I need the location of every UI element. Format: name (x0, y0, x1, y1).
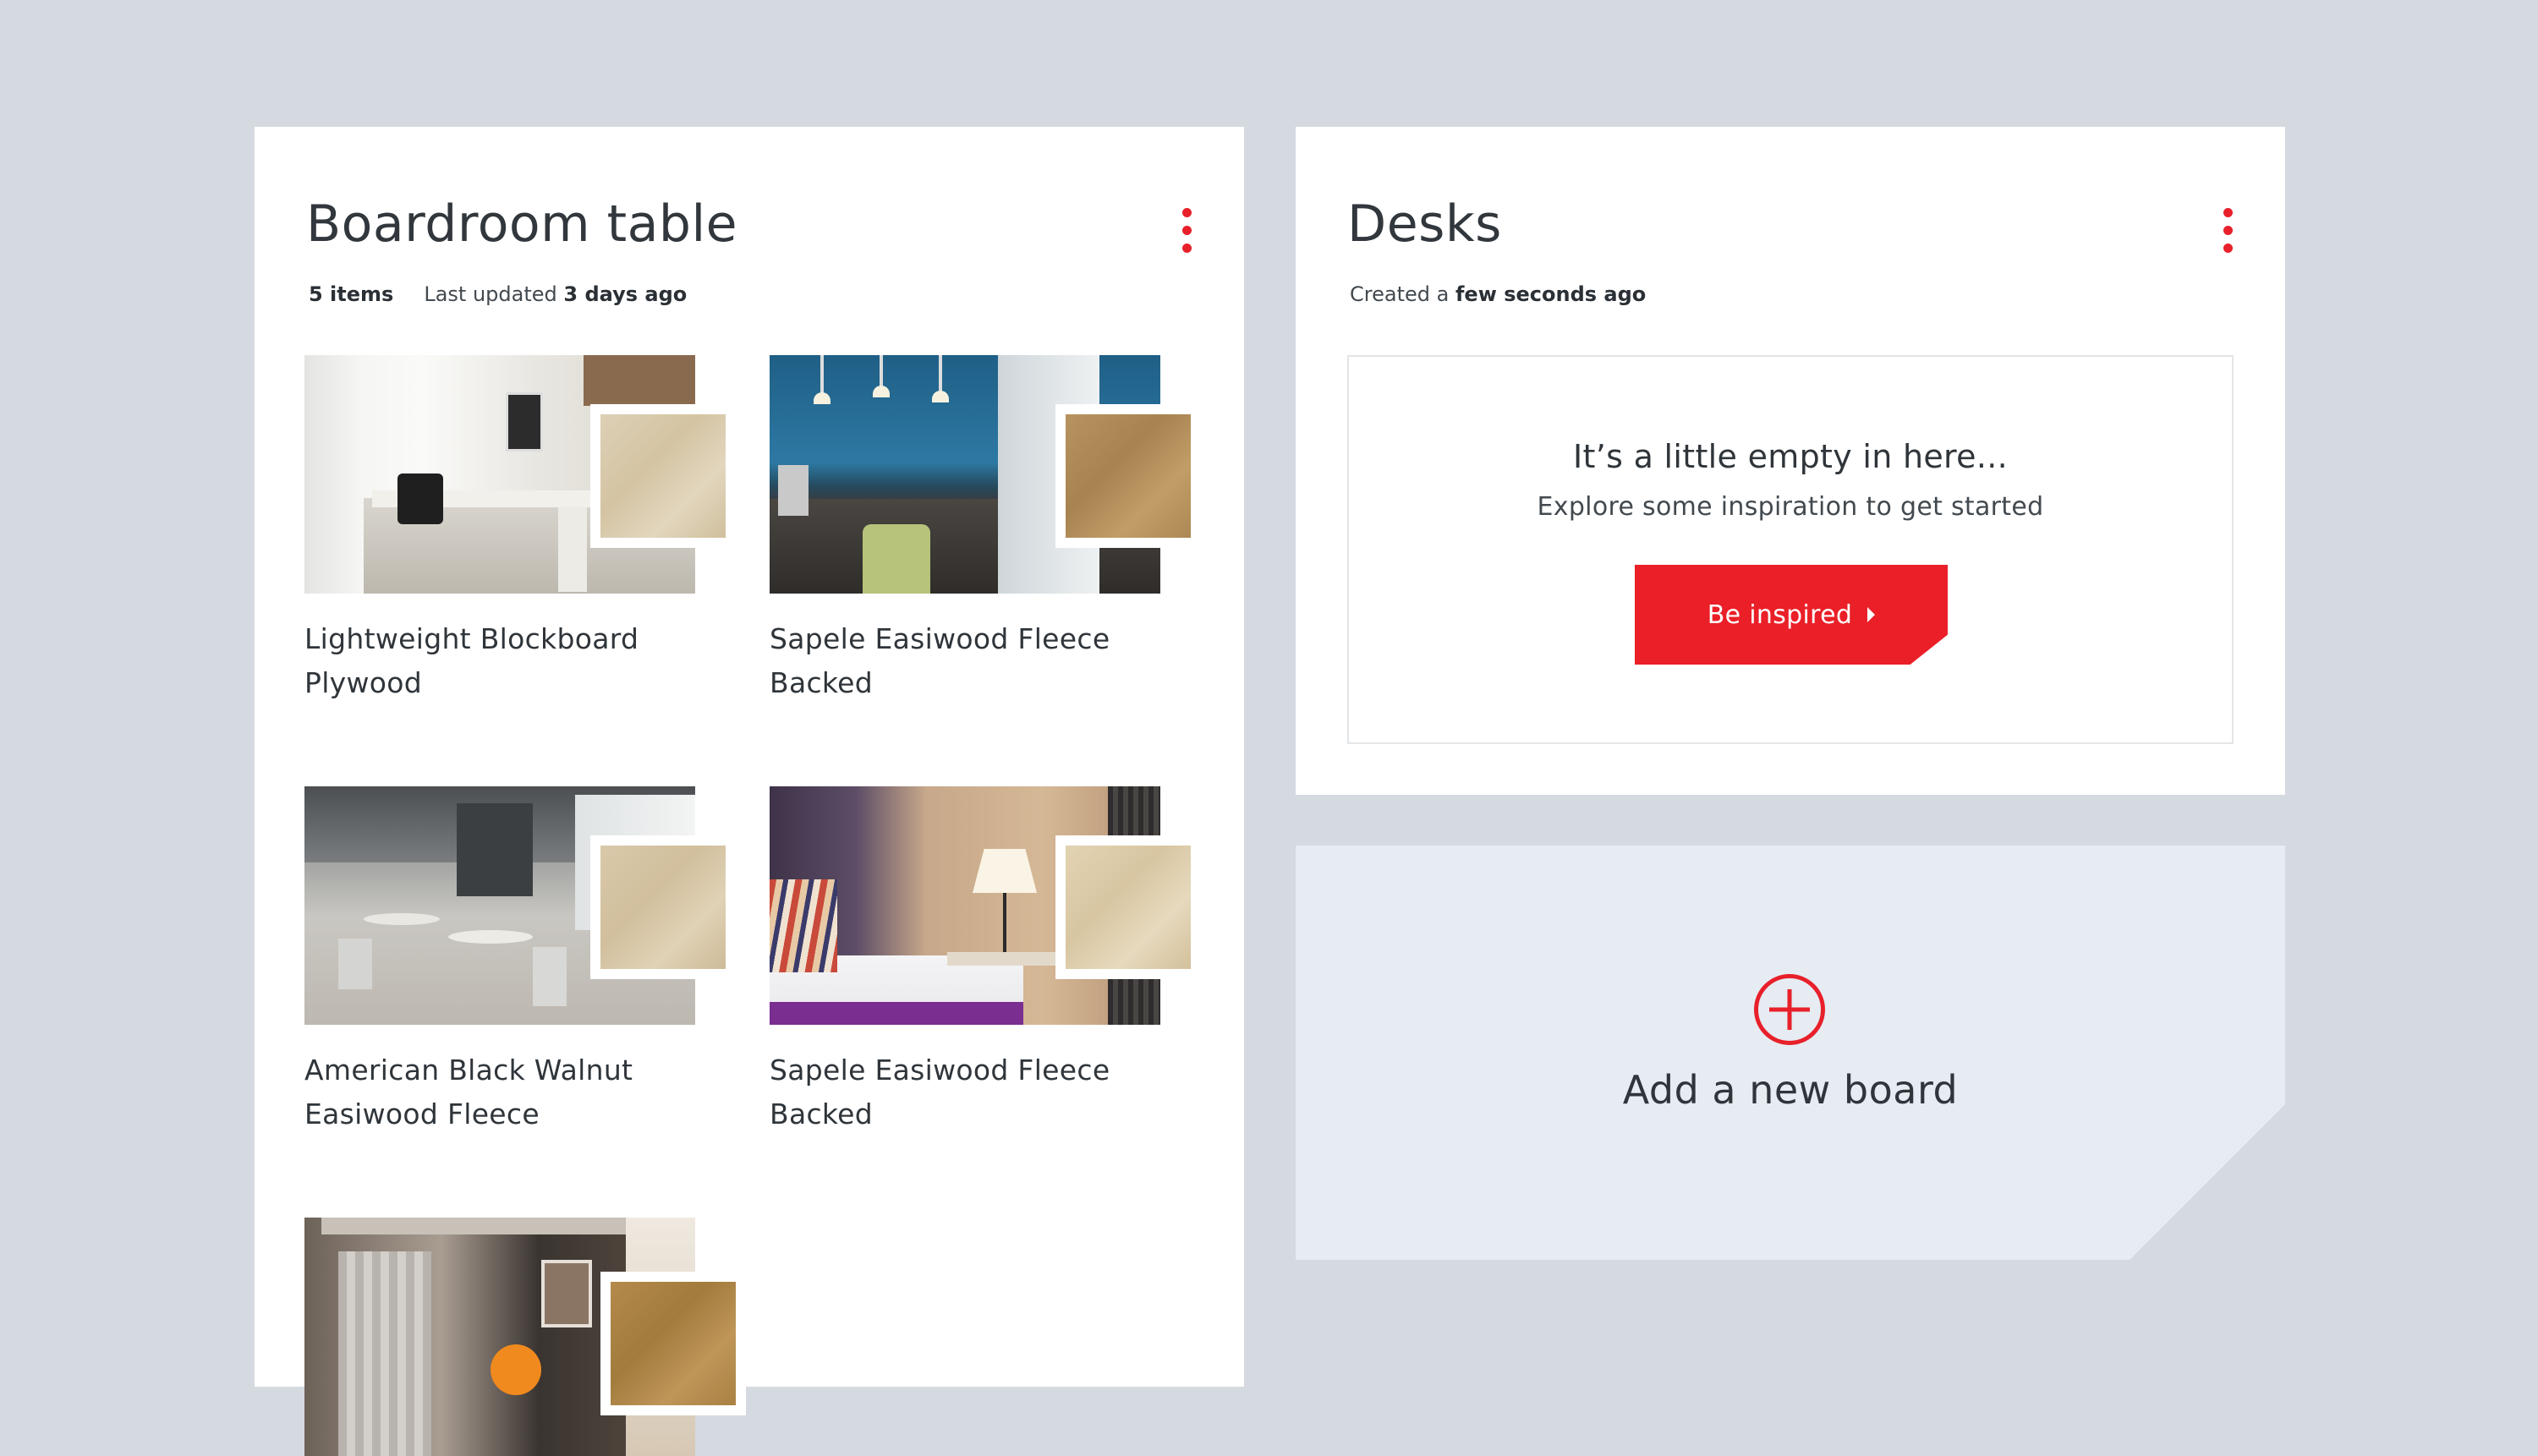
caret-right-icon (1867, 607, 1876, 622)
item-name[interactable]: American Black Walnut Easiwood Fleece (304, 1048, 710, 1136)
board-item[interactable] (304, 1218, 746, 1456)
item-count: 5 items (309, 282, 394, 306)
item-thumbnail[interactable] (304, 355, 744, 594)
board-menu-icon[interactable] (1176, 208, 1197, 255)
material-swatch (590, 404, 736, 548)
plus-circle-icon (1754, 974, 1825, 1045)
add-new-board-tile[interactable]: Add a new board (1296, 846, 2285, 1260)
material-swatch (1055, 835, 1201, 979)
board-card-desks: Desks Created a few seconds ago It’s a l… (1296, 127, 2285, 795)
item-name[interactable]: Sapele Easiwood Fleece Backed (770, 617, 1176, 705)
item-thumbnail[interactable] (304, 1218, 746, 1456)
item-thumbnail[interactable] (304, 786, 744, 1025)
add-new-board-label: Add a new board (1622, 1067, 1959, 1113)
empty-state-subtitle: Explore some inspiration to get started (1537, 492, 2044, 522)
board-meta: 5 items Last updated 3 days ago (309, 282, 687, 306)
item-name[interactable]: Lightweight Blockboard Plywood (304, 617, 710, 705)
item-thumbnail[interactable] (770, 355, 1209, 594)
item-thumbnail[interactable] (770, 786, 1209, 1025)
board-meta: Created a few seconds ago (1350, 282, 1646, 306)
empty-state-title: It’s a little empty in here... (1573, 438, 2008, 475)
material-swatch (600, 1272, 746, 1415)
created-label: Created a (1350, 282, 1450, 306)
updated-label: Last updated (424, 282, 557, 306)
be-inspired-button[interactable]: Be inspired (1635, 565, 1948, 665)
material-swatch (590, 835, 736, 979)
board-item[interactable]: American Black Walnut Easiwood Fleece (304, 786, 744, 1130)
updated-value: 3 days ago (563, 282, 688, 306)
board-menu-icon[interactable] (2217, 208, 2238, 255)
material-swatch (1055, 404, 1201, 548)
item-name[interactable]: Sapele Easiwood Fleece Backed (770, 1048, 1176, 1136)
board-item[interactable]: Sapele Easiwood Fleece Backed (770, 786, 1209, 1130)
empty-state: It’s a little empty in here... Explore s… (1347, 355, 2234, 744)
created-value: few seconds ago (1455, 282, 1647, 306)
board-title[interactable]: Desks (1347, 194, 1502, 254)
board-item[interactable]: Lightweight Blockboard Plywood (304, 355, 744, 699)
board-card-boardroom-table: Boardroom table 5 items Last updated 3 da… (255, 127, 1244, 1456)
be-inspired-label: Be inspired (1707, 599, 1853, 630)
board-title[interactable]: Boardroom table (306, 194, 737, 254)
board-item[interactable]: Sapele Easiwood Fleece Backed (770, 355, 1209, 699)
